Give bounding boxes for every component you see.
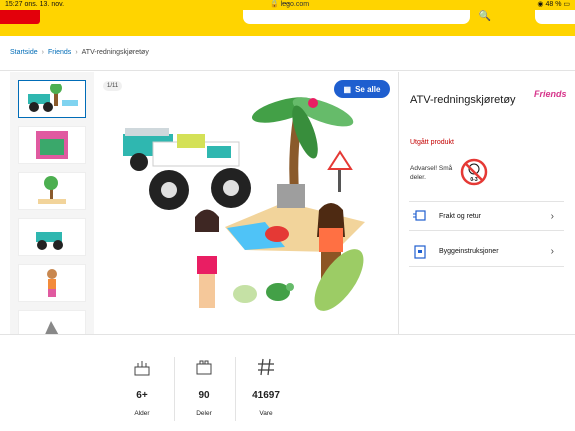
url-pill[interactable] xyxy=(243,10,470,24)
breadcrumb-current: ATV-redningskjøretøy xyxy=(81,49,149,56)
figure-left-skirt xyxy=(197,256,217,274)
availability-status: Utgått produkt xyxy=(410,139,454,146)
breadcrumb-friends[interactable]: Friends xyxy=(48,49,71,56)
see-all-button[interactable]: ▦ Se alle xyxy=(334,80,390,98)
stat-age: 6+ Alder xyxy=(112,357,172,417)
thumb-atv-image xyxy=(28,84,78,112)
atv-seat xyxy=(177,134,205,148)
figure-left-legs xyxy=(199,274,215,308)
small-parts-warning: Advarsel! Små deler. xyxy=(410,165,453,181)
trailer-wheel xyxy=(130,153,148,171)
thumbnail-3[interactable] xyxy=(18,172,86,210)
chevron-right-icon: › xyxy=(550,246,554,257)
product-title: ATV-redningskjøretøy xyxy=(410,94,516,106)
brick-icon xyxy=(196,360,212,375)
stat-item-number-value: 41697 xyxy=(252,390,280,401)
header-divider xyxy=(0,70,575,71)
thumb-rock-image xyxy=(45,321,59,334)
atv-hub-right xyxy=(223,180,239,196)
header-right-pill[interactable] xyxy=(535,10,575,24)
sign-shape xyxy=(327,150,353,170)
instructions-icon xyxy=(414,244,426,259)
cake-icon xyxy=(134,361,150,376)
truck-box-icon xyxy=(413,210,426,221)
more-dots-icon[interactable]: ••• xyxy=(282,1,290,7)
stat-age-label: Alder xyxy=(134,410,150,417)
thumbnail-strip[interactable] xyxy=(10,72,94,334)
atv-front xyxy=(207,146,231,158)
trailer-top xyxy=(125,128,169,136)
flower xyxy=(308,98,318,108)
thumb-palm-image xyxy=(38,176,66,204)
svg-text:0-3: 0-3 xyxy=(470,177,477,183)
see-all-label: Se alle xyxy=(355,84,381,94)
choking-hazard-icon: 0-3 xyxy=(460,158,488,186)
thumb-box-image xyxy=(36,131,68,159)
product-info-panel: ATV-redningskjøretøy Friends Utgått prod… xyxy=(400,72,575,334)
building-instructions-label: Byggeinstruksjoner xyxy=(439,248,499,255)
thumbnail-4[interactable] xyxy=(18,218,86,256)
chevron-right-icon: › xyxy=(550,210,554,222)
stat-item-number: 41697 Vare xyxy=(236,357,296,417)
stat-pieces-value: 90 xyxy=(198,390,210,401)
thumbnail-2[interactable] xyxy=(18,126,86,164)
turtle-egg-shell xyxy=(233,285,257,303)
battery-indicator: ◉ 48 % ▭ xyxy=(537,1,570,8)
breadcrumb-separator: › xyxy=(75,49,78,56)
figure-right-vest xyxy=(319,228,343,252)
thumbnail-1[interactable] xyxy=(18,80,86,118)
rock xyxy=(277,184,305,208)
figure-left-torso xyxy=(195,232,219,256)
breadcrumb: Startside › Friends › ATV-redningskjøretøy xyxy=(10,49,149,56)
gallery-icon: ▦ xyxy=(343,84,352,94)
breadcrumb-separator: › xyxy=(41,49,44,56)
building-instructions-link[interactable]: Byggeinstruksjoner › xyxy=(409,237,564,267)
thumb-vehicle-image xyxy=(36,232,63,250)
shipping-returns-label: Frakt og retur xyxy=(439,212,482,220)
figure-left-hair xyxy=(195,209,219,232)
stat-item-number-label: Vare xyxy=(259,410,273,417)
atv-hub-left xyxy=(161,182,177,198)
site-header: 🔍 xyxy=(0,10,575,36)
thumbnail-5[interactable] xyxy=(18,264,86,302)
stat-pieces: 90 Deler xyxy=(174,357,234,417)
status-time: 15:27 ons. 13. nov. xyxy=(5,1,65,8)
stat-pieces-label: Deler xyxy=(196,410,212,417)
image-counter: 1/11 xyxy=(103,81,123,91)
thumbnail-6[interactable] xyxy=(18,310,86,334)
shipping-returns-link[interactable]: Frakt og retur › xyxy=(409,201,564,231)
atv-rescue-set-image xyxy=(123,97,365,311)
thumb-figure-image xyxy=(47,269,57,297)
crab xyxy=(265,226,289,242)
hash-icon xyxy=(258,358,274,376)
friends-logo[interactable]: Friends xyxy=(534,89,567,99)
lego-logo[interactable] xyxy=(0,10,40,24)
search-icon[interactable]: 🔍 xyxy=(476,11,494,25)
product-stats: 6+ Alder 90 Deler 41697 Vare xyxy=(0,334,575,431)
main-product-image[interactable] xyxy=(95,72,399,334)
breadcrumb-home[interactable]: Startside xyxy=(10,49,38,56)
stat-age-value: 6+ xyxy=(136,390,148,401)
baby-turtle-head xyxy=(286,283,294,291)
